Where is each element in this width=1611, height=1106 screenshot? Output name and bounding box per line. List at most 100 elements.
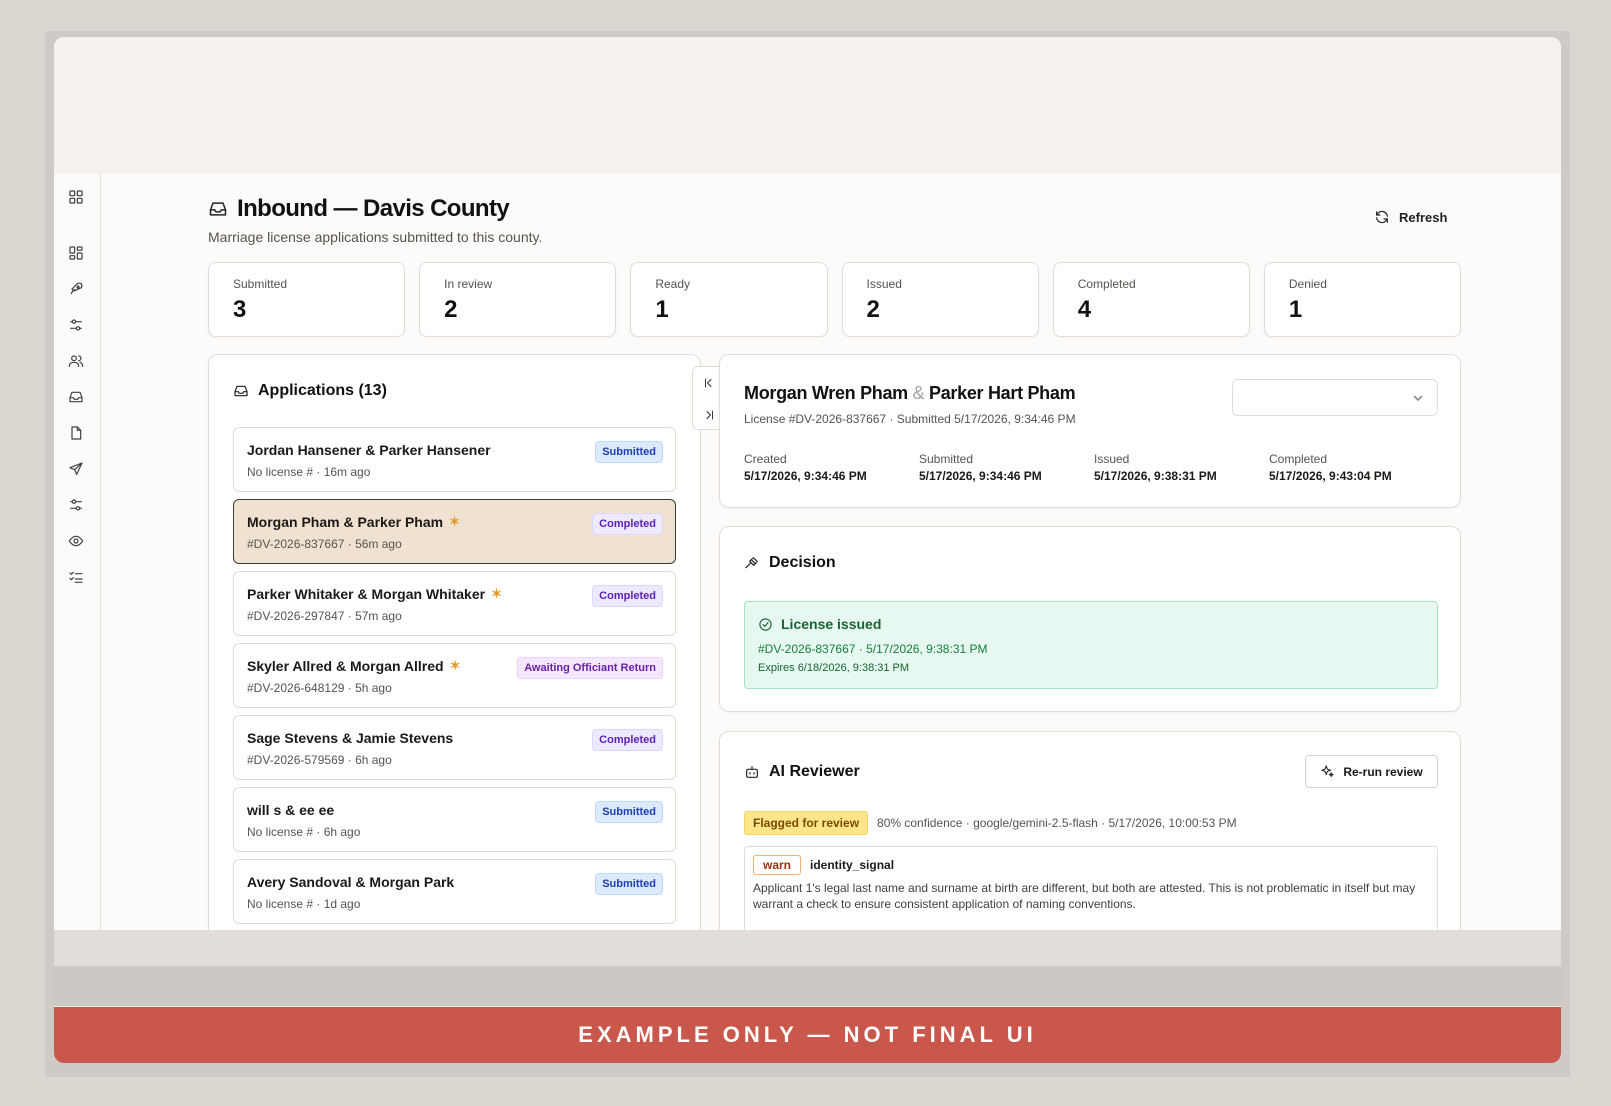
review-meta: 80% confidence · google/gemini-2.5-flash… xyxy=(877,816,1237,830)
document-icon[interactable] xyxy=(67,424,85,442)
date-label: Created xyxy=(744,452,787,466)
date-label: Issued xyxy=(1094,452,1130,466)
grid-icon[interactable] xyxy=(67,244,85,262)
application-detail-panel: Morgan Wren Pham & Parker Hart Pham Lice… xyxy=(719,354,1461,508)
date-value: 5/17/2026, 9:34:46 PM xyxy=(744,469,867,483)
application-names: Skyler Allred & Morgan Allred ✶ xyxy=(247,658,460,674)
stat-label: Issued xyxy=(866,277,902,291)
status-badge: Completed xyxy=(592,729,663,751)
sliders-icon[interactable] xyxy=(67,316,85,334)
date-value: 5/17/2026, 9:43:04 PM xyxy=(1269,469,1392,483)
refresh-button[interactable]: Refresh xyxy=(1374,209,1447,225)
rerun-review-button[interactable]: Re-run review xyxy=(1305,755,1438,788)
flag-badge: Flagged for review xyxy=(744,811,869,835)
stat-value: 1 xyxy=(1288,296,1303,323)
stat-label: In review xyxy=(444,277,493,291)
stat-card-submitted: Submitted 3 xyxy=(208,262,406,337)
applications-title: Applications (13) xyxy=(233,382,387,400)
checklist-icon[interactable] xyxy=(67,568,85,586)
application-names: Avery Sandoval & Morgan Park xyxy=(247,874,454,890)
date-label: Submitted xyxy=(919,452,974,466)
stat-card-ready: Ready 1 xyxy=(630,262,828,337)
inbox-icon[interactable] xyxy=(67,388,85,406)
stat-value: 4 xyxy=(1077,296,1092,323)
license-issued-line: #DV-2026-837667 · 5/17/2026, 9:38:31 PM xyxy=(758,642,988,656)
license-issued-box: License issued #DV-2026-837667 · 5/17/20… xyxy=(744,601,1438,689)
refresh-label: Refresh xyxy=(1399,209,1448,225)
chevrons-right-icon xyxy=(706,410,713,420)
decision-title: Decision xyxy=(744,554,836,572)
applicant-1-name: Morgan Wren Pham xyxy=(744,383,908,403)
license-issued-text: License issued xyxy=(781,616,882,632)
date-issued: Issued 5/17/2026, 9:38:31 PM xyxy=(1094,452,1269,483)
status-badge: Awaiting Officiant Return xyxy=(517,657,663,679)
application-item[interactable]: Jordan Hansener & Parker Hansener No lic… xyxy=(233,427,676,492)
stat-label: Submitted xyxy=(233,277,288,291)
page-title: Inbound — Davis County xyxy=(208,195,510,223)
applications-title-text: Applications (13) xyxy=(258,382,387,399)
page-title-text: Inbound — Davis County xyxy=(237,195,510,222)
top-blank-area xyxy=(54,37,1561,174)
ampersand: & xyxy=(912,383,925,403)
eye-icon[interactable] xyxy=(67,532,85,550)
bottom-bar xyxy=(54,930,1561,966)
inbox-icon xyxy=(209,202,227,216)
application-item[interactable]: Sage Stevens & Jamie Stevens #DV-2026-57… xyxy=(233,715,676,780)
ai-reviewer-title: AI Reviewer xyxy=(744,763,860,781)
action-select[interactable] xyxy=(1232,379,1438,416)
status-badge: Submitted xyxy=(595,873,663,895)
sparkle-icon: ✶ xyxy=(491,586,502,601)
review-finding: warn identity_signal Applicant 1's legal… xyxy=(744,846,1438,930)
app-content: Inbound — Davis County Marriage license … xyxy=(54,174,1561,930)
sparkle-icon: ✶ xyxy=(449,514,460,529)
finding-text: Applicant 1's legal last name and surnam… xyxy=(753,881,1416,911)
ai-reviewer-title-text: AI Reviewer xyxy=(769,763,860,780)
decision-panel: Decision License issued #DV-2026-837667 … xyxy=(719,526,1461,712)
send-icon[interactable] xyxy=(67,460,85,478)
status-badge: Submitted xyxy=(595,441,663,463)
application-meta: No license # · 6h ago xyxy=(247,825,361,839)
check-circle-icon xyxy=(759,617,772,631)
date-value: 5/17/2026, 9:38:31 PM xyxy=(1094,469,1217,483)
applicant-2-name: Parker Hart Pham xyxy=(929,383,1076,403)
stat-value: 2 xyxy=(444,296,458,323)
application-item[interactable]: Skyler Allred & Morgan Allred ✶ #DV-2026-… xyxy=(233,643,676,708)
app-window: Inbound — Davis County Marriage license … xyxy=(54,37,1561,1063)
status-badge: Completed xyxy=(592,513,663,535)
date-submitted: Submitted 5/17/2026, 9:34:46 PM xyxy=(919,452,1094,483)
applications-panel: Applications (13) Jordan Hansener & Park… xyxy=(208,354,701,930)
date-completed: Completed 5/17/2026, 9:43:04 PM xyxy=(1269,452,1444,483)
application-item-selected[interactable]: Morgan Pham & Parker Pham ✶ #DV-2026-8376… xyxy=(233,499,676,564)
license-issued-title: License issued xyxy=(758,616,881,632)
application-names: Sage Stevens & Jamie Stevens xyxy=(247,730,453,746)
application-name-text: Parker Whitaker & Morgan Whitaker xyxy=(247,586,486,602)
application-meta: No license # · 16m ago xyxy=(247,465,371,479)
date-label: Completed xyxy=(1269,452,1328,466)
application-item[interactable]: will s & ee ee No license # · 6h ago Sub… xyxy=(233,787,676,852)
application-names: Parker Whitaker & Morgan Whitaker ✶ xyxy=(247,586,502,602)
stat-card-denied: Denied 1 xyxy=(1263,262,1462,337)
application-meta: #DV-2026-648129 · 5h ago xyxy=(247,681,392,695)
stat-card-issued: Issued 2 xyxy=(841,262,1039,337)
stat-value: 2 xyxy=(866,296,880,323)
dashboard-icon[interactable] xyxy=(67,188,85,206)
application-name-text: Sage Stevens & Jamie Stevens xyxy=(247,730,454,746)
sparkles-icon xyxy=(1321,765,1334,778)
application-names: Morgan Pham & Parker Pham ✶ xyxy=(247,514,460,530)
chevrons-left-icon xyxy=(705,378,712,388)
stat-value: 1 xyxy=(655,296,669,323)
date-created: Created 5/17/2026, 9:34:46 PM xyxy=(744,452,919,483)
inbox-icon xyxy=(234,385,248,397)
application-item[interactable]: Parker Whitaker & Morgan Whitaker ✶ #DV-2… xyxy=(233,571,676,636)
stat-card-completed: Completed 4 xyxy=(1052,262,1250,337)
users-icon[interactable] xyxy=(67,352,85,370)
filter-sliders-icon[interactable] xyxy=(67,496,85,514)
application-meta: #DV-2026-579569 · 6h ago xyxy=(247,753,392,767)
application-item[interactable]: Avery Sandoval & Morgan Park No license … xyxy=(233,859,676,924)
stat-value: 3 xyxy=(233,296,247,323)
review-summary: Flagged for review 80% confidence · goog… xyxy=(744,811,1237,835)
rocket-icon[interactable] xyxy=(67,280,85,298)
example-banner: EXAMPLE ONLY — NOT FINAL UI xyxy=(54,1007,1561,1063)
license-line: License #DV-2026-837667 · Submitted 5/17… xyxy=(744,412,1076,426)
decision-title-text: Decision xyxy=(769,554,836,571)
